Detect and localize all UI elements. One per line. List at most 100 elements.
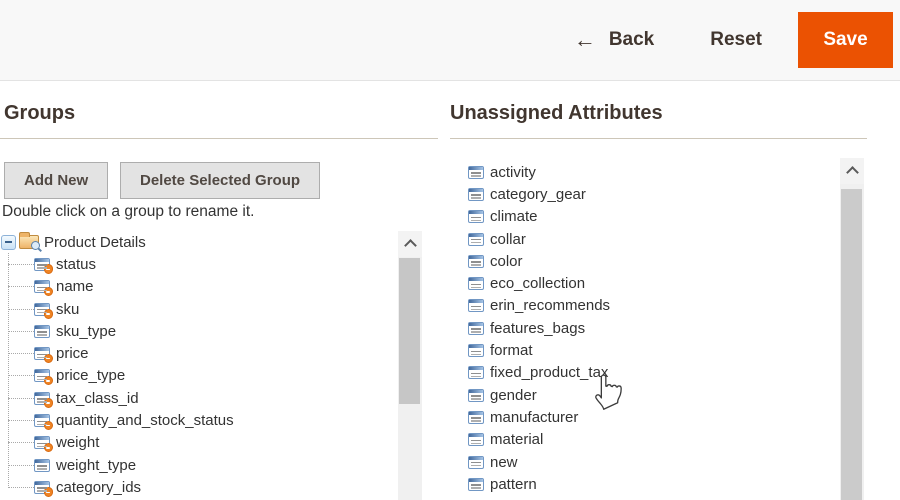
reset-button[interactable]: Reset <box>710 29 762 51</box>
tree-item-weight_type[interactable]: weight_type <box>0 454 398 476</box>
scroll-up-button[interactable] <box>398 231 422 257</box>
groups-tree-scrollbar[interactable] <box>398 231 422 500</box>
list-item-manufacturer[interactable]: manufacturer <box>450 406 830 428</box>
unassigned-attributes-list: activity category_gear climate collar co… <box>450 161 830 500</box>
tree-item-price[interactable]: price <box>0 342 398 364</box>
group-folder-icon <box>19 232 41 251</box>
list-item-erin_recommends[interactable]: erin_recommends <box>450 295 830 317</box>
attribute-icon <box>34 302 53 319</box>
list-item-new[interactable]: new <box>450 451 830 473</box>
attribute-set-edit-page: { "toolbar": { "back_label": "Back", "ba… <box>0 0 900 500</box>
list-item-features_bags[interactable]: features_bags <box>450 317 830 339</box>
attribute-icon <box>468 388 484 402</box>
tree-item-label: status <box>56 255 97 273</box>
attribute-icon <box>468 366 484 380</box>
system-attribute-badge-icon <box>43 442 53 453</box>
magnifier-icon <box>31 241 41 251</box>
system-attribute-badge-icon <box>43 487 53 497</box>
unassigned-list-scrollbar[interactable] <box>840 158 864 500</box>
tree-item-label: weight <box>56 434 100 452</box>
tree-connector-stub <box>8 263 34 265</box>
attribute-icon <box>468 433 484 447</box>
system-attribute-badge-icon <box>43 286 53 297</box>
list-item-label: new <box>490 453 518 471</box>
list-item-partial[interactable] <box>450 495 830 500</box>
unassigned-heading-divider <box>450 138 867 139</box>
tree-item-sku_type[interactable]: sku_type <box>0 320 398 342</box>
scrollbar-thumb[interactable] <box>841 189 862 500</box>
attribute-icon <box>34 369 53 386</box>
list-item-material[interactable]: material <box>450 429 830 451</box>
tree-item-label: name <box>56 278 94 296</box>
attribute-icon <box>34 280 53 297</box>
save-button[interactable]: Save <box>798 12 893 68</box>
add-new-group-button[interactable]: Add New <box>4 162 109 199</box>
list-item-climate[interactable]: climate <box>450 206 830 228</box>
list-item-label: color <box>490 252 523 270</box>
list-item-collar[interactable]: collar <box>450 228 830 250</box>
tree-item-label: sku_type <box>56 322 117 340</box>
tree-item-quantity_and_stock_status[interactable]: quantity_and_stock_status <box>0 409 398 431</box>
tree-connector-stub <box>8 308 34 310</box>
tree-item-label: weight_type <box>56 456 137 474</box>
tree-item-price_type[interactable]: price_type <box>0 365 398 387</box>
attribute-icon <box>468 321 484 335</box>
list-item-label: format <box>490 342 533 360</box>
reset-button-label: Reset <box>710 29 762 50</box>
attribute-icon <box>34 436 53 453</box>
tree-item-label: category_ids <box>56 478 142 496</box>
list-item-gender[interactable]: gender <box>450 384 830 406</box>
tree-item-weight[interactable]: weight <box>0 432 398 454</box>
list-item-color[interactable]: color <box>450 250 830 272</box>
attribute-icon <box>34 480 53 497</box>
list-item-eco_collection[interactable]: eco_collection <box>450 272 830 294</box>
groups-heading-divider <box>0 138 438 139</box>
tree-connector-stub <box>8 330 34 332</box>
list-item-format[interactable]: format <box>450 339 830 361</box>
tree-connector-stub <box>8 486 34 488</box>
list-item-label: features_bags <box>490 319 586 337</box>
attribute-icon <box>468 210 484 224</box>
back-button-label: Back <box>608 29 655 50</box>
list-item-category_gear[interactable]: category_gear <box>450 183 830 205</box>
attribute-icon <box>468 477 484 491</box>
list-item-label: gender <box>490 386 537 404</box>
tree-item-name[interactable]: name <box>0 276 398 298</box>
attribute-icon <box>468 165 484 179</box>
chevron-up-icon <box>845 166 859 179</box>
tree-item-tax_class_id[interactable]: tax_class_id <box>0 387 398 409</box>
tree-connector-stub <box>8 442 34 444</box>
attribute-icon <box>34 458 50 472</box>
list-item-pattern[interactable]: pattern <box>450 473 830 495</box>
tree-item-category_ids[interactable]: category_ids <box>0 476 398 498</box>
tree-connector-stub <box>8 420 34 422</box>
list-item-activity[interactable]: activity <box>450 161 830 183</box>
attribute-icon <box>468 410 484 424</box>
system-attribute-badge-icon <box>43 309 53 319</box>
list-item-fixed_product_tax[interactable]: fixed_product_tax <box>450 362 830 384</box>
groups-panel-title: Groups <box>4 102 76 124</box>
list-item-label: manufacturer <box>490 408 579 426</box>
collapse-minus-icon[interactable] <box>1 234 16 250</box>
scroll-up-button[interactable] <box>840 158 864 184</box>
attribute-icon <box>468 254 484 268</box>
page-toolbar: ← Back Reset Save <box>0 0 900 81</box>
attribute-icon <box>34 257 53 274</box>
list-item-label: activity <box>490 163 536 181</box>
tree-item-sku[interactable]: sku <box>0 298 398 320</box>
list-item-label: climate <box>490 208 538 226</box>
attribute-icon <box>468 455 484 469</box>
system-attribute-badge-icon <box>43 420 53 431</box>
scrollbar-thumb[interactable] <box>399 258 420 404</box>
tree-root-product-details[interactable]: Product Details <box>0 231 398 253</box>
back-arrow-icon: ← <box>573 27 596 52</box>
system-attribute-badge-icon <box>43 398 53 408</box>
list-item-label: eco_collection <box>490 275 586 293</box>
list-item-label: category_gear <box>490 185 586 203</box>
tree-item-status[interactable]: status <box>0 253 398 275</box>
tree-item-label: tax_class_id <box>56 389 139 407</box>
back-button[interactable]: ← Back <box>574 29 654 51</box>
attribute-icon <box>468 299 484 313</box>
tree-item-label: price_type <box>56 367 126 385</box>
delete-selected-group-button[interactable]: Delete Selected Group <box>120 162 321 199</box>
